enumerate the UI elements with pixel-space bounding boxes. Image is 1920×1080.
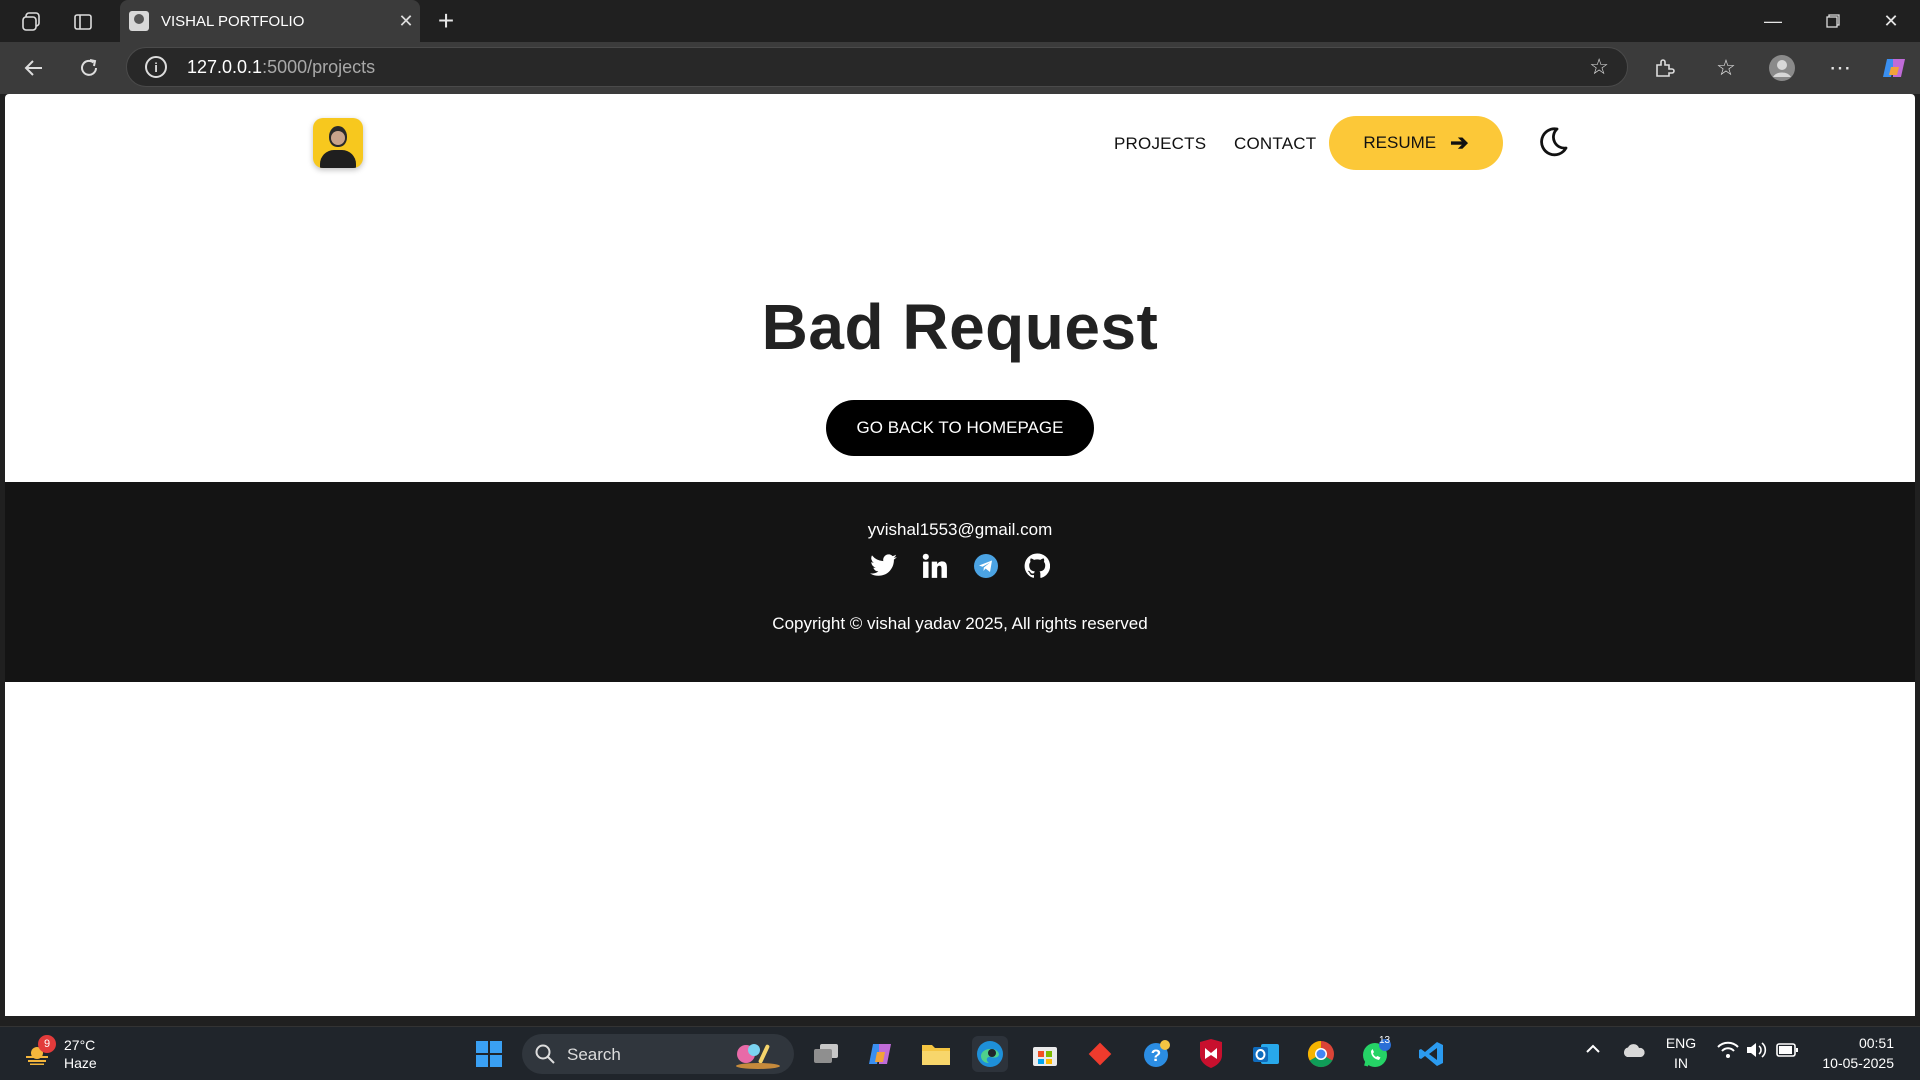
svg-text:?: ? bbox=[1151, 1046, 1161, 1065]
weather-condition: Haze bbox=[64, 1055, 97, 1071]
close-window-button[interactable]: ✕ bbox=[1862, 0, 1920, 42]
anydesk-icon[interactable] bbox=[1082, 1036, 1118, 1072]
profile-icon[interactable] bbox=[1766, 52, 1798, 84]
weather-badge: 9 bbox=[38, 1035, 56, 1053]
copilot-app-icon[interactable] bbox=[862, 1036, 898, 1072]
favorite-star-icon[interactable]: ☆ bbox=[1589, 54, 1609, 80]
twitter-icon[interactable] bbox=[869, 552, 898, 580]
favorites-icon[interactable]: ☆ bbox=[1710, 52, 1742, 84]
error-title: Bad Request bbox=[761, 291, 1159, 363]
chrome-icon[interactable] bbox=[1303, 1036, 1339, 1072]
copilot-icon[interactable] bbox=[1878, 52, 1910, 84]
edge-browser-icon[interactable] bbox=[972, 1036, 1008, 1072]
go-home-button[interactable]: GO BACK TO HOMEPAGE bbox=[826, 400, 1094, 456]
microsoft-store-icon[interactable] bbox=[1027, 1036, 1063, 1072]
minimize-button[interactable]: — bbox=[1744, 0, 1802, 42]
tab-actions-icon[interactable] bbox=[70, 9, 96, 35]
back-icon[interactable] bbox=[18, 52, 50, 84]
search-icon bbox=[535, 1044, 555, 1064]
footer-email[interactable]: yvishal1553@gmail.com bbox=[5, 520, 1915, 540]
telegram-icon[interactable] bbox=[972, 552, 1000, 580]
more-icon[interactable]: ⋯ bbox=[1824, 52, 1856, 84]
footer-copyright: Copyright © vishal yadav 2025, All right… bbox=[772, 614, 1148, 633]
system-clock[interactable]: 00:51 10-05-2025 bbox=[1822, 1033, 1894, 1073]
outlook-icon[interactable] bbox=[1248, 1036, 1284, 1072]
volume-icon[interactable] bbox=[1744, 1041, 1768, 1062]
wifi-icon[interactable] bbox=[1716, 1041, 1740, 1062]
search-label: Search bbox=[567, 1045, 621, 1064]
moon-icon[interactable] bbox=[1535, 124, 1571, 160]
linkedin-icon[interactable] bbox=[921, 552, 949, 580]
whatsapp-badge: 13 bbox=[1379, 1035, 1391, 1046]
mcafee-icon[interactable] bbox=[1193, 1036, 1229, 1072]
extensions-icon[interactable] bbox=[1648, 52, 1680, 84]
weather-widget[interactable]: 9 27°C Haze bbox=[20, 1033, 140, 1075]
site-info-icon[interactable]: i bbox=[145, 56, 167, 78]
new-tab-button[interactable]: + bbox=[430, 5, 462, 37]
browser-toolbar: i 127.0.0.1:5000/projects ☆ ☆ ⋯ bbox=[0, 42, 1920, 94]
close-tab-icon[interactable]: ✕ bbox=[392, 11, 420, 32]
weather-temperature: 27°C bbox=[64, 1037, 96, 1053]
page-viewport: PROJECTS CONTACT RESUME ➔ Bad Request GO… bbox=[5, 94, 1915, 1016]
arrow-right-icon: ➔ bbox=[1450, 130, 1469, 155]
workspaces-icon[interactable] bbox=[18, 9, 44, 35]
whatsapp-icon[interactable]: 13 bbox=[1358, 1035, 1394, 1072]
refresh-icon[interactable] bbox=[73, 52, 105, 84]
vscode-icon[interactable] bbox=[1413, 1036, 1449, 1072]
nav-contact-link[interactable]: CONTACT bbox=[1234, 134, 1316, 154]
url-text: 127.0.0.1:5000/projects bbox=[187, 57, 376, 77]
windows-taskbar: 9 27°C Haze Search ? 13 ENG IN 00:51 10-… bbox=[0, 1026, 1920, 1080]
region-code: IN bbox=[1674, 1055, 1688, 1071]
file-explorer-icon[interactable] bbox=[918, 1036, 954, 1072]
language-code: ENG bbox=[1665, 1035, 1697, 1051]
restore-button[interactable] bbox=[1804, 0, 1862, 42]
address-bar[interactable]: i 127.0.0.1:5000/projects ☆ bbox=[126, 47, 1628, 87]
onedrive-icon[interactable] bbox=[1620, 1043, 1648, 1062]
browser-tab-active[interactable]: VISHAL PORTFOLIO ✕ bbox=[120, 0, 420, 42]
search-highlight-icon bbox=[736, 1044, 780, 1069]
battery-icon[interactable] bbox=[1774, 1041, 1800, 1062]
clock-time: 00:51 bbox=[1858, 1035, 1894, 1051]
site-logo[interactable] bbox=[313, 118, 363, 168]
site-footer: yvishal1553@gmail.com Copyright © vishal… bbox=[5, 482, 1915, 682]
site-header: PROJECTS CONTACT RESUME ➔ bbox=[5, 94, 1915, 194]
tab-title: VISHAL PORTFOLIO bbox=[161, 12, 305, 30]
taskbar-search-box[interactable]: Search bbox=[522, 1034, 794, 1074]
resume-button[interactable]: RESUME ➔ bbox=[1329, 116, 1503, 170]
language-indicator[interactable]: ENG IN bbox=[1664, 1033, 1698, 1073]
resume-button-label: RESUME bbox=[1363, 133, 1437, 152]
tab-favicon-icon bbox=[129, 11, 149, 31]
get-help-icon[interactable]: ? bbox=[1138, 1036, 1174, 1072]
social-links bbox=[5, 552, 1915, 580]
browser-tab-bar: VISHAL PORTFOLIO ✕ + — ✕ bbox=[0, 0, 1920, 42]
task-view-icon[interactable] bbox=[808, 1036, 844, 1072]
chevron-up-icon[interactable] bbox=[1582, 1041, 1604, 1060]
windows-start-icon[interactable] bbox=[471, 1036, 507, 1072]
nav-projects-link[interactable]: PROJECTS bbox=[1114, 134, 1206, 154]
clock-date: 10-05-2025 bbox=[1822, 1055, 1894, 1071]
github-icon[interactable] bbox=[1023, 552, 1051, 580]
